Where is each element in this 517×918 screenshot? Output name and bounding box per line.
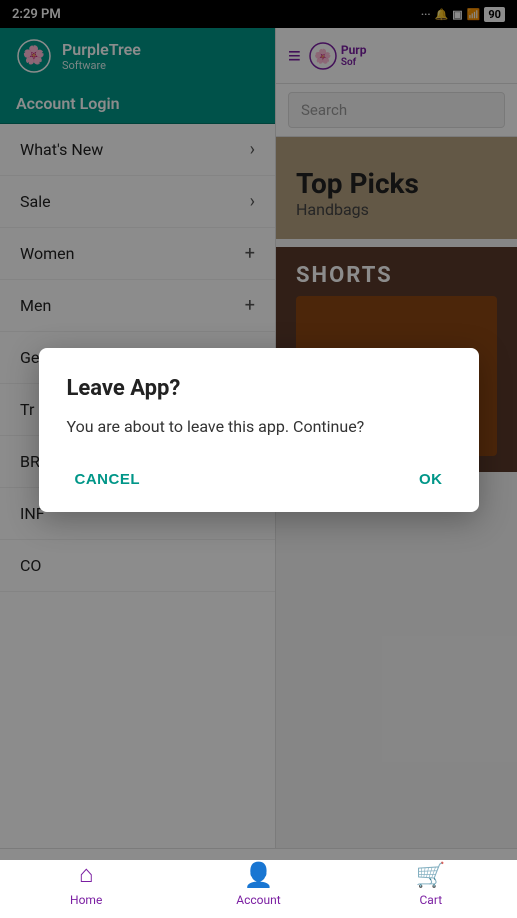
bottom-nav-cart[interactable]: 🛒 Cart bbox=[345, 861, 517, 907]
bottom-nav-home[interactable]: ⌂ Home bbox=[0, 860, 172, 907]
bottom-nav-account[interactable]: 👤 Account bbox=[172, 861, 344, 907]
cart-label: Cart bbox=[420, 893, 443, 907]
leave-app-dialog: Leave App? You are about to leave this a… bbox=[39, 348, 479, 512]
cancel-button[interactable]: CANCEL bbox=[67, 467, 149, 492]
home-label: Home bbox=[70, 893, 102, 907]
cart-icon: 🛒 bbox=[416, 861, 446, 889]
dialog-title: Leave App? bbox=[67, 376, 451, 401]
home-icon: ⌂ bbox=[79, 860, 94, 889]
account-icon: 👤 bbox=[244, 861, 274, 889]
ok-button[interactable]: OK bbox=[411, 467, 451, 492]
dialog-actions: CANCEL OK bbox=[67, 467, 451, 492]
dialog-overlay: Leave App? You are about to leave this a… bbox=[0, 0, 517, 860]
account-label: Account bbox=[236, 893, 280, 907]
dialog-message: You are about to leave this app. Continu… bbox=[67, 415, 451, 439]
